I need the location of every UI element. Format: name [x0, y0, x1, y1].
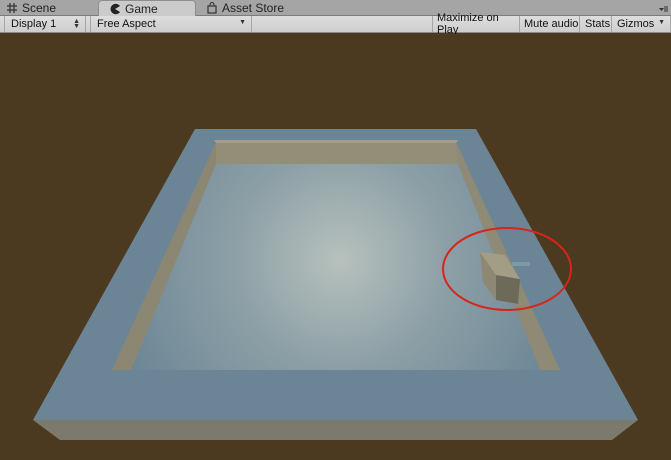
aspect-dropdown[interactable]: Free Aspect ▼	[90, 16, 252, 32]
tab-scene[interactable]: Scene	[0, 0, 94, 16]
game-viewport[interactable]	[0, 34, 671, 460]
light-glint	[512, 262, 530, 266]
shopping-bag-icon	[206, 1, 218, 14]
stats-toggle[interactable]: Stats	[580, 16, 612, 32]
tab-asset-store-label: Asset Store	[222, 1, 285, 15]
maximize-on-play-label: Maximize on Play	[437, 12, 499, 36]
gizmos-arrow-icon: ▼	[658, 19, 665, 26]
mute-audio-label: Mute audio	[524, 18, 579, 30]
gizmos-dropdown[interactable]: Gizmos ▼	[612, 16, 671, 32]
display-dropdown-label: Display 1	[11, 18, 57, 30]
mute-audio-toggle[interactable]: Mute audio	[520, 16, 580, 32]
wall-back-top	[214, 140, 458, 143]
tab-scene-label: Scene	[22, 1, 57, 15]
tab-asset-store[interactable]: Asset Store	[200, 0, 330, 16]
gizmos-label: Gizmos	[617, 18, 655, 30]
game-toolbar: Display 1 ▲ ▼ Free Aspect ▼ Maximize on P…	[0, 12, 671, 36]
panel-menu-icon[interactable]	[657, 2, 669, 14]
tab-game-label: Game	[125, 2, 158, 16]
tab-strip: Scene Game Asset Store	[0, 0, 671, 17]
tab-game[interactable]: Game	[98, 0, 196, 17]
game-scene	[33, 129, 638, 440]
pacman-icon	[109, 3, 121, 15]
updown-arrow-icon: ▲ ▼	[73, 18, 80, 30]
ground-plane-edge	[33, 420, 638, 440]
aspect-dropdown-label: Free Aspect	[97, 18, 156, 30]
display-dropdown[interactable]: Display 1 ▲ ▼	[4, 16, 86, 32]
wall-back	[216, 142, 458, 164]
grid-icon	[6, 2, 18, 14]
maximize-on-play-toggle[interactable]: Maximize on Play	[432, 12, 520, 36]
dropdown-arrow-icon: ▼	[239, 19, 246, 26]
player-cube-front	[496, 275, 520, 304]
stats-label: Stats	[585, 18, 611, 30]
